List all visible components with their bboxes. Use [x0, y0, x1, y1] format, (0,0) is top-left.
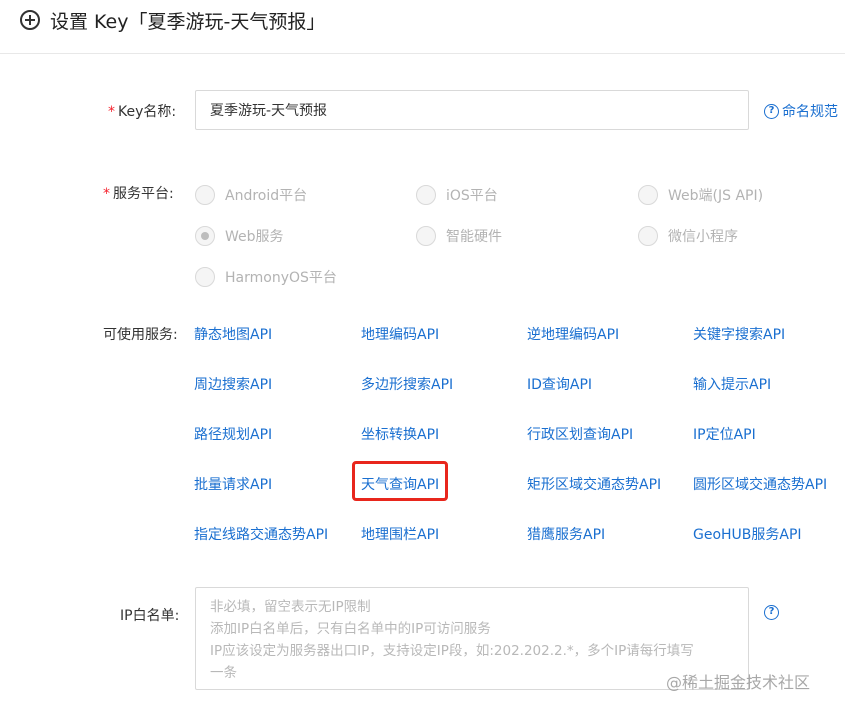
page-header: 设置 Key「夏季游玩-天气预报」	[0, 0, 845, 54]
radio-circle	[195, 267, 215, 287]
radio-circle	[638, 185, 658, 205]
radio-label: 微信小程序	[668, 229, 738, 245]
placeholder-line: IP应该设定为服务器出口IP，支持设定IP段，如:202.202.2.*，多个I…	[210, 643, 694, 659]
service-item[interactable]: ID查询API	[527, 374, 592, 394]
service-item[interactable]: 地理编码API	[361, 324, 439, 344]
radio-android[interactable]: Android平台	[195, 185, 307, 205]
radio-wechat-mini[interactable]: 微信小程序	[638, 226, 738, 246]
service-item[interactable]: 逆地理编码API	[527, 324, 619, 344]
placeholder-line: 添加IP白名单后，只有白名单中的IP可访问服务	[210, 621, 491, 637]
service-item[interactable]: 批量请求API	[194, 474, 272, 494]
radio-web-js[interactable]: Web端(JS API)	[638, 185, 763, 205]
required-mark: *	[108, 104, 115, 120]
service-item[interactable]: 行政区划查询API	[527, 424, 633, 444]
watermark: @稀土掘金技术社区	[666, 673, 811, 692]
services-label: 可使用服务:	[103, 327, 178, 343]
radio-circle	[195, 185, 215, 205]
radio-harmonyos[interactable]: HarmonyOS平台	[195, 267, 337, 287]
radio-label: Android平台	[225, 188, 308, 204]
service-item[interactable]: IP定位API	[693, 424, 756, 444]
service-item[interactable]: 圆形区域交通态势API	[693, 474, 827, 494]
platform-label-text: 服务平台:	[113, 186, 174, 202]
highlight-annotation-box	[352, 461, 448, 501]
service-item[interactable]: 矩形区域交通态势API	[527, 474, 661, 494]
service-item[interactable]: GeoHUB服务API	[693, 524, 802, 544]
add-circle-icon[interactable]	[20, 10, 40, 30]
naming-rules-link[interactable]: ? 命名规范	[764, 101, 838, 121]
radio-label: Web端(JS API)	[668, 188, 764, 204]
key-name-label: * Key名称:	[108, 101, 176, 121]
radio-label: iOS平台	[446, 188, 498, 204]
page-title: 设置 Key「夏季游玩-天气预报」	[50, 11, 326, 33]
platform-label: * 服务平台:	[103, 183, 174, 203]
service-item[interactable]: 周边搜索API	[194, 374, 272, 394]
radio-web-service[interactable]: Web服务	[195, 226, 284, 246]
naming-rules-text: 命名规范	[782, 104, 838, 120]
service-item[interactable]: 猎鹰服务API	[527, 524, 605, 544]
service-item[interactable]: 关键字搜索API	[693, 324, 785, 344]
service-item[interactable]: 指定线路交通态势API	[194, 524, 328, 544]
placeholder-line: 非必填，留空表示无IP限制	[210, 599, 371, 615]
radio-label: Web服务	[225, 229, 284, 245]
service-item[interactable]: 坐标转换API	[361, 424, 439, 444]
radio-circle	[416, 226, 436, 246]
placeholder-line: 一条	[210, 665, 237, 681]
radio-label: HarmonyOS平台	[225, 270, 337, 286]
radio-circle	[416, 185, 436, 205]
service-item[interactable]: 输入提示API	[693, 374, 771, 394]
key-name-input[interactable]	[195, 90, 749, 130]
question-circle-icon: ?	[764, 103, 779, 119]
service-item[interactable]: 地理围栏API	[361, 524, 439, 544]
service-item[interactable]: 静态地图API	[194, 324, 272, 344]
service-item[interactable]: 多边形搜索API	[361, 374, 453, 394]
service-item[interactable]: 路径规划API	[194, 424, 272, 444]
ip-help-question-icon[interactable]: ?	[764, 605, 779, 620]
radio-smart-hardware[interactable]: 智能硬件	[416, 226, 502, 246]
radio-circle-checked	[195, 226, 215, 246]
radio-ios[interactable]: iOS平台	[416, 185, 498, 205]
key-name-label-text: Key名称:	[118, 104, 177, 120]
ip-whitelist-label: IP白名单:	[120, 608, 180, 624]
required-mark: *	[103, 186, 110, 202]
radio-label: 智能硬件	[446, 229, 502, 245]
radio-circle	[638, 226, 658, 246]
